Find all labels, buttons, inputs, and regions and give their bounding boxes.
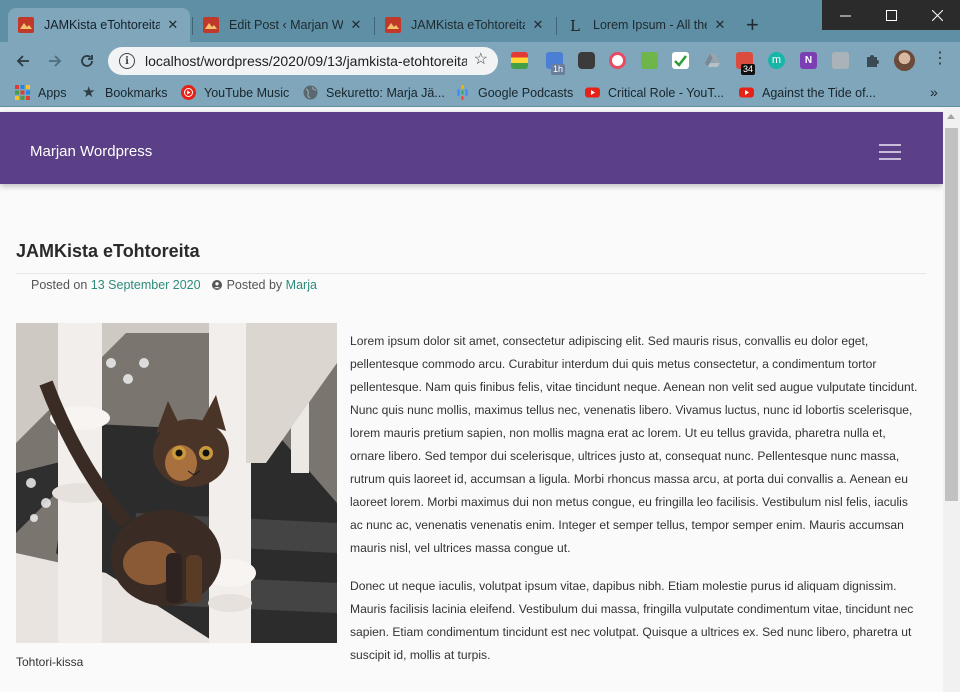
bookmarks-bar: Apps ★ Bookmarks YouTube Music Sekuretto…: [0, 79, 960, 107]
tab-title: JAMKista eTohtoreita: [411, 18, 525, 32]
bookmark-against-the-tide[interactable]: Against the Tide of...: [739, 85, 876, 100]
post-featured-image: [16, 323, 337, 643]
bookmark-label: Against the Tide of...: [762, 85, 876, 100]
extension-green-icon[interactable]: [641, 52, 658, 69]
extension-circle-icon[interactable]: [609, 52, 626, 69]
forward-arrow-icon[interactable]: [44, 50, 66, 72]
browser-tab[interactable]: JAMKista eTohtoreita ✕: [375, 8, 555, 42]
tab-close-icon[interactable]: ✕: [166, 17, 180, 33]
svg-text:L: L: [570, 17, 580, 33]
kitten-on-stairs-image: [16, 323, 337, 643]
site-favicon-icon: [18, 17, 34, 33]
apps-grid-icon: [15, 85, 30, 100]
menu-hamburger-icon[interactable]: [879, 144, 901, 160]
bookmark-folder[interactable]: ★ Bookmarks: [82, 85, 168, 100]
extension-onenote-icon[interactable]: N: [800, 52, 817, 69]
post-paragraph: Donec ut neque iaculis, volutpat ipsum v…: [350, 579, 914, 662]
browser-tab[interactable]: Edit Post ‹ Marjan Wor ✕: [193, 8, 373, 42]
youtube-music-icon: [181, 85, 196, 100]
tab-title: JAMKista eTohtoreita: [44, 18, 160, 32]
image-caption: Tohtori-kissa: [16, 655, 84, 669]
extension-check-icon[interactable]: [672, 52, 689, 69]
scrollbar-thumb[interactable]: [945, 128, 958, 501]
todoist-badge: 34: [741, 64, 756, 75]
extension-drive-icon[interactable]: [704, 52, 721, 69]
site-info-icon[interactable]: i: [119, 53, 135, 69]
calendar-badge: 1h: [551, 64, 566, 75]
bookmark-sekuretto[interactable]: Sekuretto: Marja Jä...: [303, 85, 445, 100]
site-header: Marjan Wordpress: [0, 112, 943, 184]
bookmark-apps[interactable]: Apps: [15, 85, 67, 100]
extension-shield-icon[interactable]: [832, 52, 849, 69]
browser-toolbar: i localhost/wordpress/2020/09/13/jamkist…: [0, 42, 960, 79]
post-author-link[interactable]: Marja: [286, 278, 317, 292]
bookmark-label: Apps: [38, 85, 67, 100]
post-paragraph: Lorem ipsum dolor sit amet, consectetur …: [350, 334, 918, 555]
post-content: Lorem ipsum dolor sit amet, consectetur …: [350, 330, 918, 682]
google-podcasts-icon: [457, 85, 468, 100]
tab-title: Lorem Ipsum - All the: [593, 18, 707, 32]
title-divider: [16, 273, 926, 274]
extensions-puzzle-icon[interactable]: [864, 52, 881, 69]
site-favicon-icon: [203, 17, 219, 33]
page-viewport: Marjan Wordpress JAMKista eTohtoreita Po…: [0, 108, 960, 692]
extension-colorful-icon[interactable]: [511, 52, 528, 69]
browser-tab[interactable]: L Lorem Ipsum - All the ✕: [557, 8, 737, 42]
bookmark-critical-role[interactable]: Critical Role - YouT...: [585, 85, 724, 100]
maximize-icon[interactable]: [868, 0, 914, 30]
tab-close-icon[interactable]: ✕: [531, 17, 545, 33]
browser-menu-icon[interactable]: ⋮: [932, 51, 948, 67]
tab-close-icon[interactable]: ✕: [349, 17, 363, 33]
browser-tabstrip: JAMKista eTohtoreita ✕ Edit Post ‹ Marja…: [0, 0, 960, 42]
bookmark-label: Sekuretto: Marja Jä...: [326, 85, 445, 100]
profile-avatar[interactable]: [894, 50, 915, 71]
post-title: JAMKista eTohtoreita: [16, 241, 200, 261]
bookmarks-overflow-chevron-icon[interactable]: »: [930, 84, 938, 100]
tab-close-icon[interactable]: ✕: [713, 17, 727, 33]
new-tab-plus-icon[interactable]: +: [746, 14, 759, 36]
bookmark-google-podcasts[interactable]: Google Podcasts: [455, 85, 573, 100]
youtube-icon: [585, 87, 600, 98]
site-favicon-icon: [385, 17, 401, 33]
address-bar-url[interactable]: localhost/wordpress/2020/09/13/jamkista-…: [145, 53, 467, 69]
extension-m-icon[interactable]: m: [768, 52, 785, 69]
back-arrow-icon[interactable]: [12, 50, 34, 72]
browser-tab-active[interactable]: JAMKista eTohtoreita ✕: [8, 8, 190, 42]
extension-bulb-icon[interactable]: [578, 52, 595, 69]
user-icon: [211, 280, 222, 290]
bookmark-youtube-music[interactable]: YouTube Music: [181, 85, 289, 100]
bookmark-label: Google Podcasts: [478, 85, 574, 100]
minimize-icon[interactable]: [822, 0, 868, 30]
star-icon: ★: [82, 84, 96, 101]
globe-icon: [303, 85, 318, 100]
post-date-link[interactable]: 13 September 2020: [91, 278, 201, 292]
page-scrollbar[interactable]: [943, 108, 960, 692]
window-close-icon[interactable]: [914, 0, 960, 30]
site-title[interactable]: Marjan Wordpress: [30, 143, 152, 160]
tab-title: Edit Post ‹ Marjan Wor: [229, 18, 343, 32]
bookmark-label: Bookmarks: [105, 85, 168, 100]
posted-on-label: Posted on: [31, 278, 88, 292]
bookmark-label: YouTube Music: [204, 85, 290, 100]
bookmark-label: Critical Role - YouT...: [608, 85, 725, 100]
address-bar[interactable]: i localhost/wordpress/2020/09/13/jamkist…: [108, 47, 498, 75]
bookmark-star-icon[interactable]: ☆: [474, 52, 488, 68]
scroll-up-arrow-icon[interactable]: [947, 114, 955, 119]
posted-by-label: Posted by: [226, 278, 283, 292]
youtube-icon: [739, 87, 754, 98]
post-meta: Posted on 13 September 2020 Posted by Ma…: [31, 278, 317, 292]
reload-icon[interactable]: [76, 50, 98, 72]
lipsum-favicon-icon: L: [570, 17, 580, 33]
